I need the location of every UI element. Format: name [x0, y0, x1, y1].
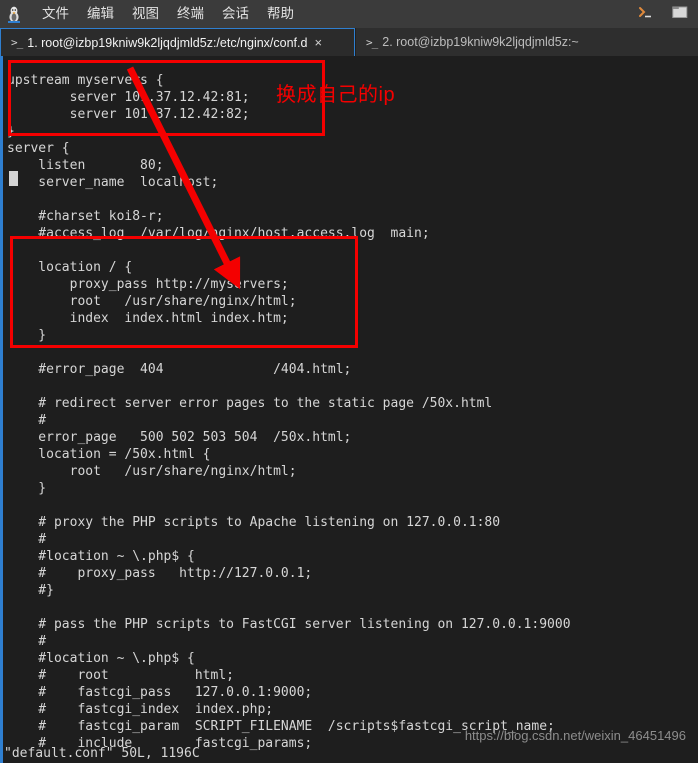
tab-session-1[interactable]: >_ 1. root@izbp19kniw9k2ljqdjmld5z:/etc/… [0, 28, 355, 56]
menu-item-list: 文件 编辑 视图 终端 会话 帮助 [42, 0, 294, 28]
terminal-content: upstream myservers { server 101.37.12.42… [7, 73, 571, 751]
terminal-pane[interactable]: upstream myservers { server 101.37.12.42… [0, 56, 698, 763]
session-accent-bar [0, 56, 3, 763]
tab-session-2[interactable]: >_ 2. root@izbp19kniw9k2ljqdjmld5z:~ [355, 28, 698, 56]
menu-bar: 文件 编辑 视图 终端 会话 帮助 [0, 0, 698, 28]
close-icon[interactable]: × [314, 36, 322, 49]
watermark-url: https://blog.csdn.net/weixin_46451496 [464, 728, 686, 743]
menu-file[interactable]: 文件 [42, 0, 69, 28]
terminal-prompt-icon: >_ [11, 36, 23, 49]
tab-session-2-label: 2. root@izbp19kniw9k2ljqdjmld5z:~ [382, 35, 579, 49]
terminal-prompt-icon: >_ [366, 35, 378, 49]
new-window-icon[interactable] [672, 5, 688, 24]
menu-session[interactable]: 会话 [222, 0, 249, 28]
menu-terminal[interactable]: 终端 [177, 0, 204, 28]
annotation-note: 换成自己的ip [276, 84, 396, 106]
vim-status-line: "default.conf" 50L, 1196C [4, 746, 200, 761]
tab-session-1-label: 1. root@izbp19kniw9k2ljqdjmld5z:/etc/ngi… [27, 35, 308, 50]
terminal-prompt-icon[interactable] [638, 5, 656, 24]
text-cursor [9, 171, 18, 186]
menu-bar-right-icons [638, 5, 698, 24]
menu-view[interactable]: 视图 [132, 0, 159, 28]
menu-edit[interactable]: 编辑 [87, 0, 114, 28]
penguin-icon [0, 0, 28, 28]
menu-help[interactable]: 帮助 [267, 0, 294, 28]
tab-bar: >_ 1. root@izbp19kniw9k2ljqdjmld5z:/etc/… [0, 28, 698, 56]
